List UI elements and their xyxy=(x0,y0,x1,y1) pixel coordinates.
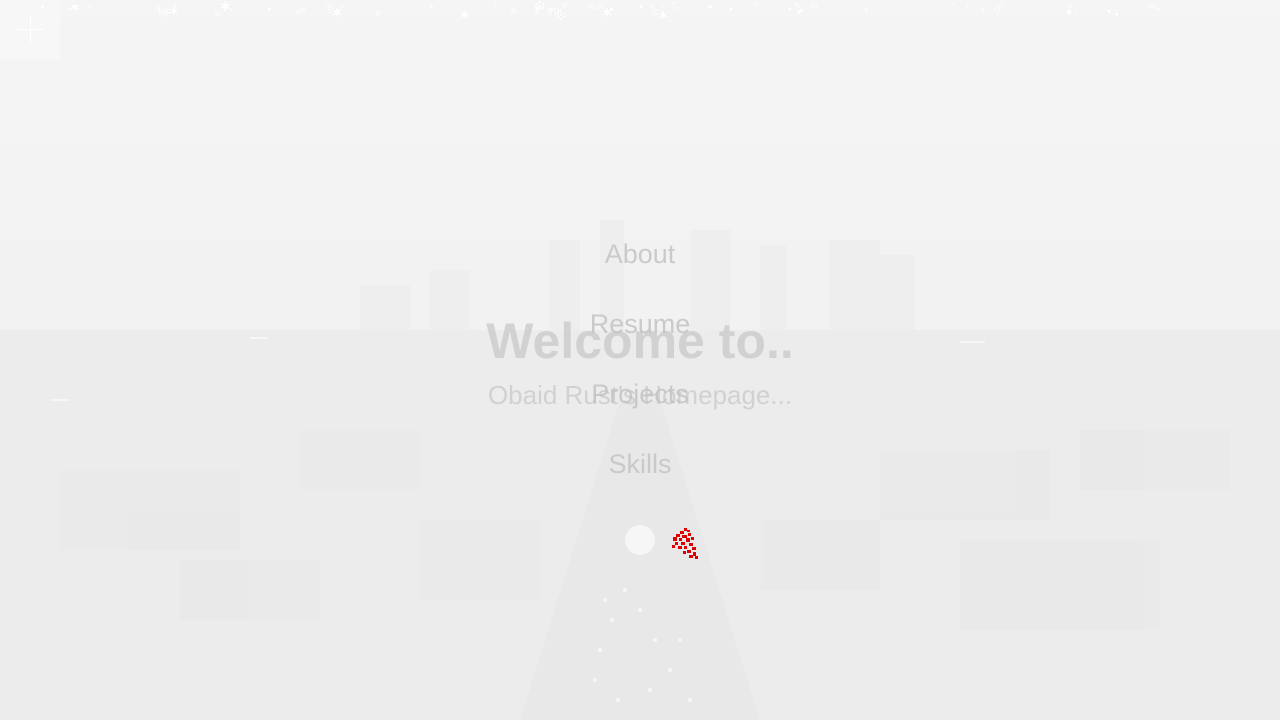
red-logo-icon[interactable] xyxy=(670,526,702,562)
menu-item-projects[interactable]: Projects xyxy=(0,379,1280,410)
menu-item-resume[interactable]: Resume xyxy=(0,309,1280,340)
overlay-nav-menu: About Resume Projects Skills xyxy=(0,0,1280,720)
menu-item-about[interactable]: About xyxy=(0,239,1280,270)
circle-social-icon[interactable] xyxy=(625,525,655,555)
red-logo-glyph xyxy=(672,528,698,559)
menu-item-skills[interactable]: Skills xyxy=(0,449,1280,480)
